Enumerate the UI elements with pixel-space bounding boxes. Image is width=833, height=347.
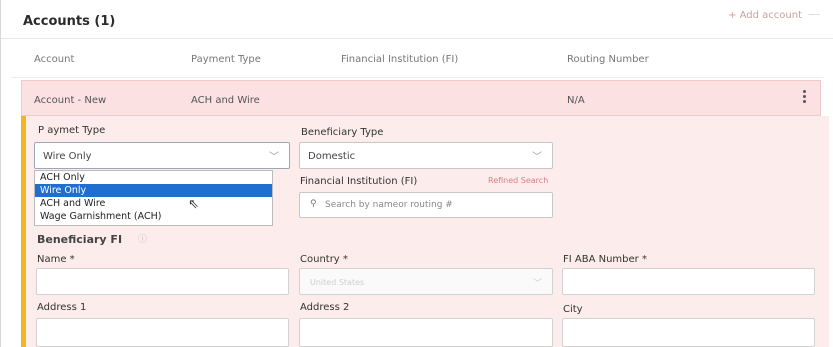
- address1-field[interactable]: [36, 318, 289, 347]
- collapse-icon[interactable]: —: [808, 7, 820, 21]
- name-label: Name *: [37, 254, 75, 265]
- address2-label: Address 2: [300, 302, 350, 313]
- column-header-account: Account: [34, 54, 75, 65]
- fi-label: Financial Institution (FI): [300, 176, 418, 187]
- country-label: Country *: [300, 254, 348, 265]
- column-header-payment-type: Payment Type: [191, 54, 261, 65]
- dropdown-option-ach-only[interactable]: ACH Only: [35, 171, 272, 184]
- payment-type-dropdown: ACH Only Wire Only ACH and Wire Wage Gar…: [34, 170, 273, 226]
- beneficiary-fi-heading: Beneficiary FI: [37, 233, 123, 246]
- address2-field[interactable]: [299, 318, 553, 347]
- row-routing: N/A: [567, 95, 585, 106]
- row-account: Account - New: [34, 95, 107, 106]
- dropdown-option-wage-garnishment[interactable]: Wage Garnishment (ACH): [35, 210, 272, 223]
- fi-aba-field[interactable]: [562, 268, 815, 295]
- row-actions-kebab-icon[interactable]: [803, 90, 807, 105]
- search-icon: ⚲: [310, 199, 317, 209]
- dropdown-option-ach-and-wire[interactable]: ACH and Wire: [35, 197, 272, 210]
- beneficiary-type-label: Beneficiary Type: [301, 127, 384, 138]
- panel-title: Accounts (1): [23, 14, 116, 29]
- add-account-link[interactable]: + Add account: [728, 10, 802, 21]
- info-icon[interactable]: ⓘ: [138, 232, 147, 245]
- name-field[interactable]: [36, 268, 289, 295]
- beneficiary-type-select[interactable]: Domestic ﹀: [299, 142, 553, 169]
- payment-type-value: Wire Only: [43, 151, 92, 162]
- city-field[interactable]: [562, 318, 815, 347]
- table-row[interactable]: [21, 80, 821, 116]
- accounts-panel: Accounts (1) + Add account — Account Pay…: [0, 0, 833, 347]
- row-payment-type: ACH and Wire: [191, 95, 260, 106]
- payment-type-select[interactable]: Wire Only ﹀: [34, 142, 290, 169]
- fi-search-placeholder: Search by nameor routing #: [325, 200, 453, 210]
- column-header-routing: Routing Number: [567, 54, 649, 65]
- chevron-down-icon: ﹀: [269, 152, 279, 163]
- dropdown-option-wire-only[interactable]: Wire Only: [35, 184, 272, 197]
- address1-label: Address 1: [37, 302, 87, 313]
- fi-search-input[interactable]: ⚲ Search by nameor routing #: [299, 192, 553, 218]
- city-label: City: [563, 304, 583, 315]
- payment-type-label: P aymet Type: [38, 125, 106, 136]
- column-header-fi: Financial Institution (FI): [341, 54, 459, 65]
- fi-aba-label: FI ABA Number *: [563, 254, 647, 265]
- chevron-down-icon: ﹀: [532, 279, 542, 289]
- country-value: United States: [310, 278, 365, 287]
- refined-search-link[interactable]: Refined Search: [488, 176, 548, 185]
- header-divider: [11, 77, 823, 78]
- chevron-down-icon: ﹀: [532, 152, 542, 163]
- mouse-pointer-icon: ⇖: [188, 197, 199, 212]
- beneficiary-type-value: Domestic: [308, 151, 356, 162]
- country-select[interactable]: United States ﹀: [299, 268, 553, 295]
- panel-header: Accounts (1) + Add account —: [1, 0, 833, 39]
